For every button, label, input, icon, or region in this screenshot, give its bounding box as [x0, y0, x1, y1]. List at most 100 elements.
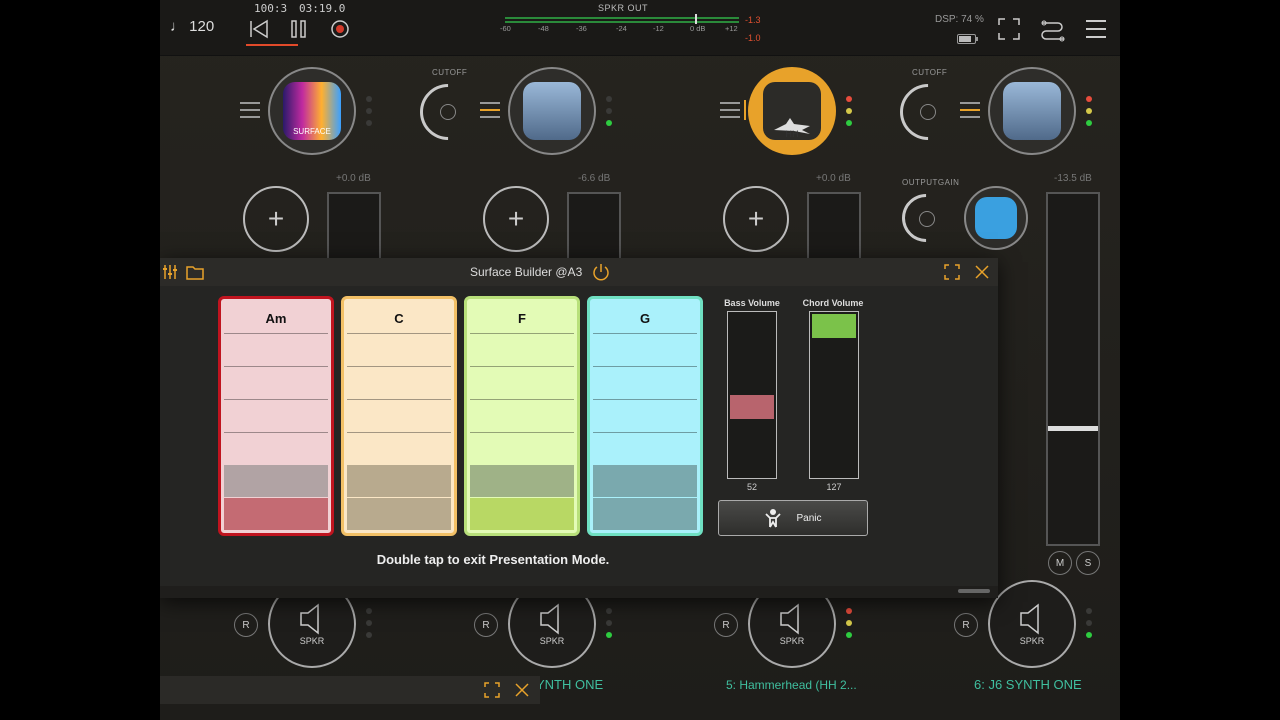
menu-button[interactable]	[1086, 20, 1106, 38]
plugin-slot[interactable]	[964, 186, 1028, 250]
meter-scale-mark: -24	[616, 24, 627, 33]
volume-fader[interactable]	[327, 192, 381, 262]
resize-handle[interactable]	[958, 589, 990, 593]
chord-pad-am[interactable]: Am	[218, 296, 334, 536]
pad-octave-cell[interactable]	[224, 465, 328, 497]
mute-button[interactable]: M	[1048, 551, 1072, 575]
chord-volume-value: 127	[826, 482, 842, 492]
strip-menu-button[interactable]	[720, 102, 740, 123]
pad-octave-cell[interactable]	[347, 465, 451, 497]
plugin-slot[interactable]	[988, 67, 1076, 155]
pad-bass-cell[interactable]	[224, 498, 328, 530]
pad-bass-cell[interactable]	[593, 498, 697, 530]
window-footer	[160, 586, 998, 598]
expand-icon	[484, 682, 500, 698]
gain-readout: +0.0 dB	[816, 173, 851, 184]
bass-volume-label: Bass Volume	[724, 298, 780, 308]
volume-fader[interactable]	[807, 192, 861, 262]
mixer-button[interactable]	[162, 264, 178, 285]
record-arm-button[interactable]: R	[234, 613, 258, 637]
close-window-button[interactable]	[514, 682, 530, 703]
chord-volume-label: Chord Volume	[802, 298, 864, 308]
add-plugin-button[interactable]: +	[723, 186, 789, 252]
minimized-plugin-window[interactable]	[160, 676, 540, 704]
pad-row-divider	[593, 432, 697, 433]
meter-scale-mark: -12	[653, 24, 664, 33]
chord-pad-f[interactable]: F	[464, 296, 580, 536]
speaker-icon	[1020, 603, 1039, 635]
transport-bar: ♩ 120 100:3 03:19.0 SPKR OUT -60 -48 -36…	[160, 0, 1120, 56]
plugin-slot-active[interactable]	[748, 67, 836, 155]
strip-indicator	[744, 100, 746, 120]
pause-button[interactable]	[288, 18, 310, 40]
strip-leds	[606, 96, 612, 132]
plugin-slot[interactable]	[508, 67, 596, 155]
close-window-button[interactable]	[974, 264, 990, 285]
strip-menu-button[interactable]	[480, 102, 500, 123]
add-plugin-button[interactable]: +	[483, 186, 549, 252]
progress-underline	[246, 44, 298, 46]
add-plugin-button[interactable]: +	[243, 186, 309, 252]
speaker-icon	[540, 603, 559, 635]
output-label: SPKR	[539, 636, 565, 646]
track-name[interactable]: YNTH ONE	[536, 677, 603, 692]
window-titlebar[interactable]: Surface Builder @A3	[160, 258, 998, 286]
plugin-slot[interactable]: SURFACE	[268, 67, 356, 155]
pad-bass-cell[interactable]	[347, 498, 451, 530]
meter-scale-mark: +12	[725, 24, 738, 33]
slider-thumb[interactable]	[812, 314, 856, 338]
close-icon	[515, 683, 529, 697]
peak-readout-bottom: -1.0	[745, 33, 761, 43]
chord-pad-c[interactable]: C	[341, 296, 457, 536]
pad-bass-cell[interactable]	[470, 498, 574, 530]
solo-button[interactable]: S	[1076, 551, 1100, 575]
record-button[interactable]	[329, 18, 351, 40]
pad-octave-cell[interactable]	[593, 465, 697, 497]
bar-position: 100:3	[254, 2, 288, 15]
record-arm-button[interactable]: R	[714, 613, 738, 637]
chord-volume-slider[interactable]	[809, 311, 859, 479]
close-icon	[975, 265, 989, 279]
record-arm-button[interactable]: R	[954, 613, 978, 637]
knob-label: OUTPUTGAIN	[902, 178, 960, 187]
expand-window-button[interactable]	[484, 682, 500, 703]
pad-label: F	[518, 311, 526, 326]
power-button[interactable]	[592, 263, 610, 286]
track-name[interactable]: 6: J6 SYNTH ONE	[974, 677, 1082, 692]
output-speaker[interactable]: SPKR	[988, 580, 1076, 668]
rewind-button[interactable]	[248, 18, 270, 40]
pad-row-divider	[593, 399, 697, 400]
panic-button[interactable]: Panic	[718, 500, 868, 536]
gain-readout: -6.6 dB	[578, 173, 611, 184]
meter-bar-right	[505, 21, 739, 23]
chord-pad-g[interactable]: G	[587, 296, 703, 536]
track-name[interactable]: 5: Hammerhead (HH 2...	[726, 678, 857, 692]
fullscreen-button[interactable]	[998, 18, 1020, 45]
fader-handle[interactable]	[1048, 426, 1098, 431]
strip-menu-button[interactable]	[960, 102, 980, 123]
pause-icon	[291, 20, 306, 38]
strip-menu-button[interactable]	[240, 102, 260, 123]
slider-thumb[interactable]	[730, 395, 774, 420]
tempo-display[interactable]: ♩ 120	[170, 18, 214, 35]
meter-scale-mark: 0 dB	[690, 24, 706, 33]
knob-label: CUTOFF	[432, 68, 468, 77]
window-title: Surface Builder @A3	[470, 265, 583, 279]
volume-fader[interactable]	[567, 192, 621, 262]
record-arm-button[interactable]: R	[474, 613, 498, 637]
routing-button[interactable]	[1040, 16, 1066, 47]
panic-label: Panic	[796, 512, 822, 524]
bass-volume-slider[interactable]	[727, 311, 777, 479]
open-preset-button[interactable]	[186, 265, 204, 285]
expand-window-button[interactable]	[944, 264, 960, 285]
gain-readout: -13.5 dB	[1054, 173, 1092, 184]
output-label: SPKR	[1019, 636, 1045, 646]
plugin-icon: SURFACE	[283, 82, 341, 140]
strip-leds	[366, 96, 372, 132]
master-volume-fader[interactable]	[1046, 192, 1100, 546]
presentation-mode-hint: Double tap to exit Presentation Mode.	[376, 552, 610, 567]
strip-leds	[1086, 608, 1092, 644]
pad-row-divider	[224, 432, 328, 433]
output-label: SPKR	[779, 636, 805, 646]
pad-octave-cell[interactable]	[470, 465, 574, 497]
